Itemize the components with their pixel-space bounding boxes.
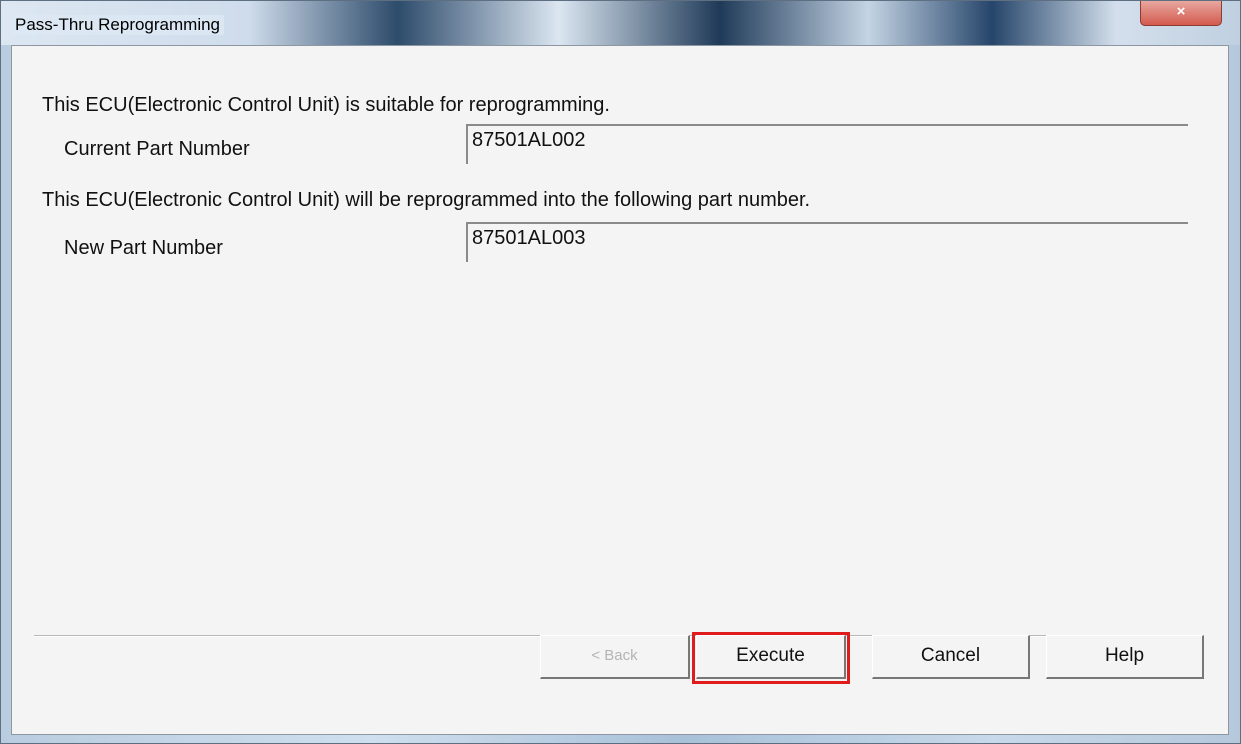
reprogram-message: This ECU(Electronic Control Unit) will b… xyxy=(42,189,811,211)
cancel-button[interactable]: Cancel xyxy=(872,635,1030,679)
execute-highlight-box xyxy=(692,632,850,684)
current-part-field: 87501AL002 xyxy=(466,124,1188,164)
title-bar[interactable]: Pass-Thru Reprogramming × xyxy=(1,1,1240,45)
close-button[interactable]: × xyxy=(1140,1,1222,26)
back-button[interactable]: < Back xyxy=(540,635,690,679)
dialog-client-area: This ECU(Electronic Control Unit) is sui… xyxy=(11,45,1229,735)
close-icon: × xyxy=(1176,3,1186,20)
suitable-message: This ECU(Electronic Control Unit) is sui… xyxy=(42,94,610,116)
new-part-field: 87501AL003 xyxy=(466,222,1188,262)
current-part-label: Current Part Number xyxy=(64,138,250,160)
help-button[interactable]: Help xyxy=(1046,635,1204,679)
window-title: Pass-Thru Reprogramming xyxy=(11,15,225,35)
new-part-label: New Part Number xyxy=(64,237,223,259)
dialog-window: Pass-Thru Reprogramming × This ECU(Elect… xyxy=(0,0,1241,744)
